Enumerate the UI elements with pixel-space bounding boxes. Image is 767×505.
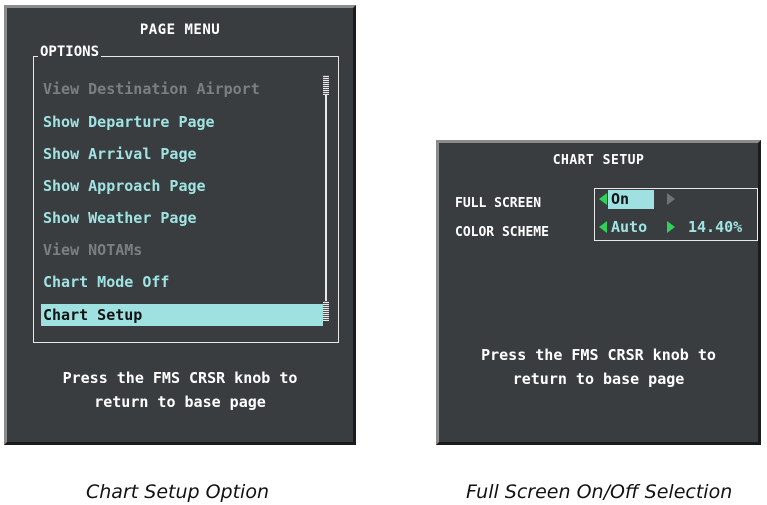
- menu-item-show-departure-page[interactable]: Show Departure Page: [41, 111, 323, 133]
- full-screen-label: FULL SCREEN: [455, 196, 542, 211]
- color-scheme-value[interactable]: Auto: [608, 218, 650, 237]
- color-scheme-percent: 14.40%: [688, 218, 743, 236]
- chart-setup-footer: Press the FMS CRSR knob to return to bas…: [481, 346, 716, 388]
- chart-setup-title: CHART SETUP: [552, 153, 645, 168]
- setup-fields-box: On Auto 14.40%: [594, 188, 758, 241]
- left-arrow-icon[interactable]: [599, 221, 607, 233]
- menu-item-show-arrival-page[interactable]: Show Arrival Page: [41, 143, 323, 165]
- page-menu-title: PAGE MENU: [139, 22, 221, 38]
- page-menu-footer: Press the FMS CRSR knob to return to bas…: [62, 369, 298, 411]
- scrollbar-track: [325, 87, 327, 309]
- caption-full-screen-selection: Full Screen On/Off Selection: [466, 481, 733, 503]
- caption-chart-setup-option: Chart Setup Option: [86, 481, 270, 503]
- right-arrow-icon[interactable]: [667, 193, 675, 205]
- menu-item-view-notams[interactable]: View NOTAMs: [41, 239, 323, 261]
- chart-setup-panel: CHART SETUP FULL SCREEN COLOR SCHEME On …: [436, 140, 761, 445]
- menu-item-show-weather-page[interactable]: Show Weather Page: [41, 207, 323, 229]
- options-label: OPTIONS: [38, 44, 102, 60]
- scrollbar-thumb-icon[interactable]: [323, 301, 329, 321]
- menu-item-view-destination-airport[interactable]: View Destination Airport: [41, 78, 323, 100]
- full-screen-value[interactable]: On: [608, 190, 654, 209]
- right-arrow-icon[interactable]: [667, 221, 675, 233]
- menu-scrollbar[interactable]: [323, 73, 330, 323]
- page-menu-panel: PAGE MENU OPTIONS View Destination Airpo…: [4, 5, 356, 445]
- color-scheme-label: COLOR SCHEME: [455, 225, 549, 240]
- left-arrow-icon[interactable]: [599, 193, 607, 205]
- scrollbar-thumb-icon[interactable]: [323, 75, 329, 95]
- menu-item-chart-setup[interactable]: Chart Setup: [41, 304, 323, 326]
- menu-item-chart-mode-off[interactable]: Chart Mode Off: [41, 271, 323, 293]
- menu-item-show-approach-page[interactable]: Show Approach Page: [41, 175, 323, 197]
